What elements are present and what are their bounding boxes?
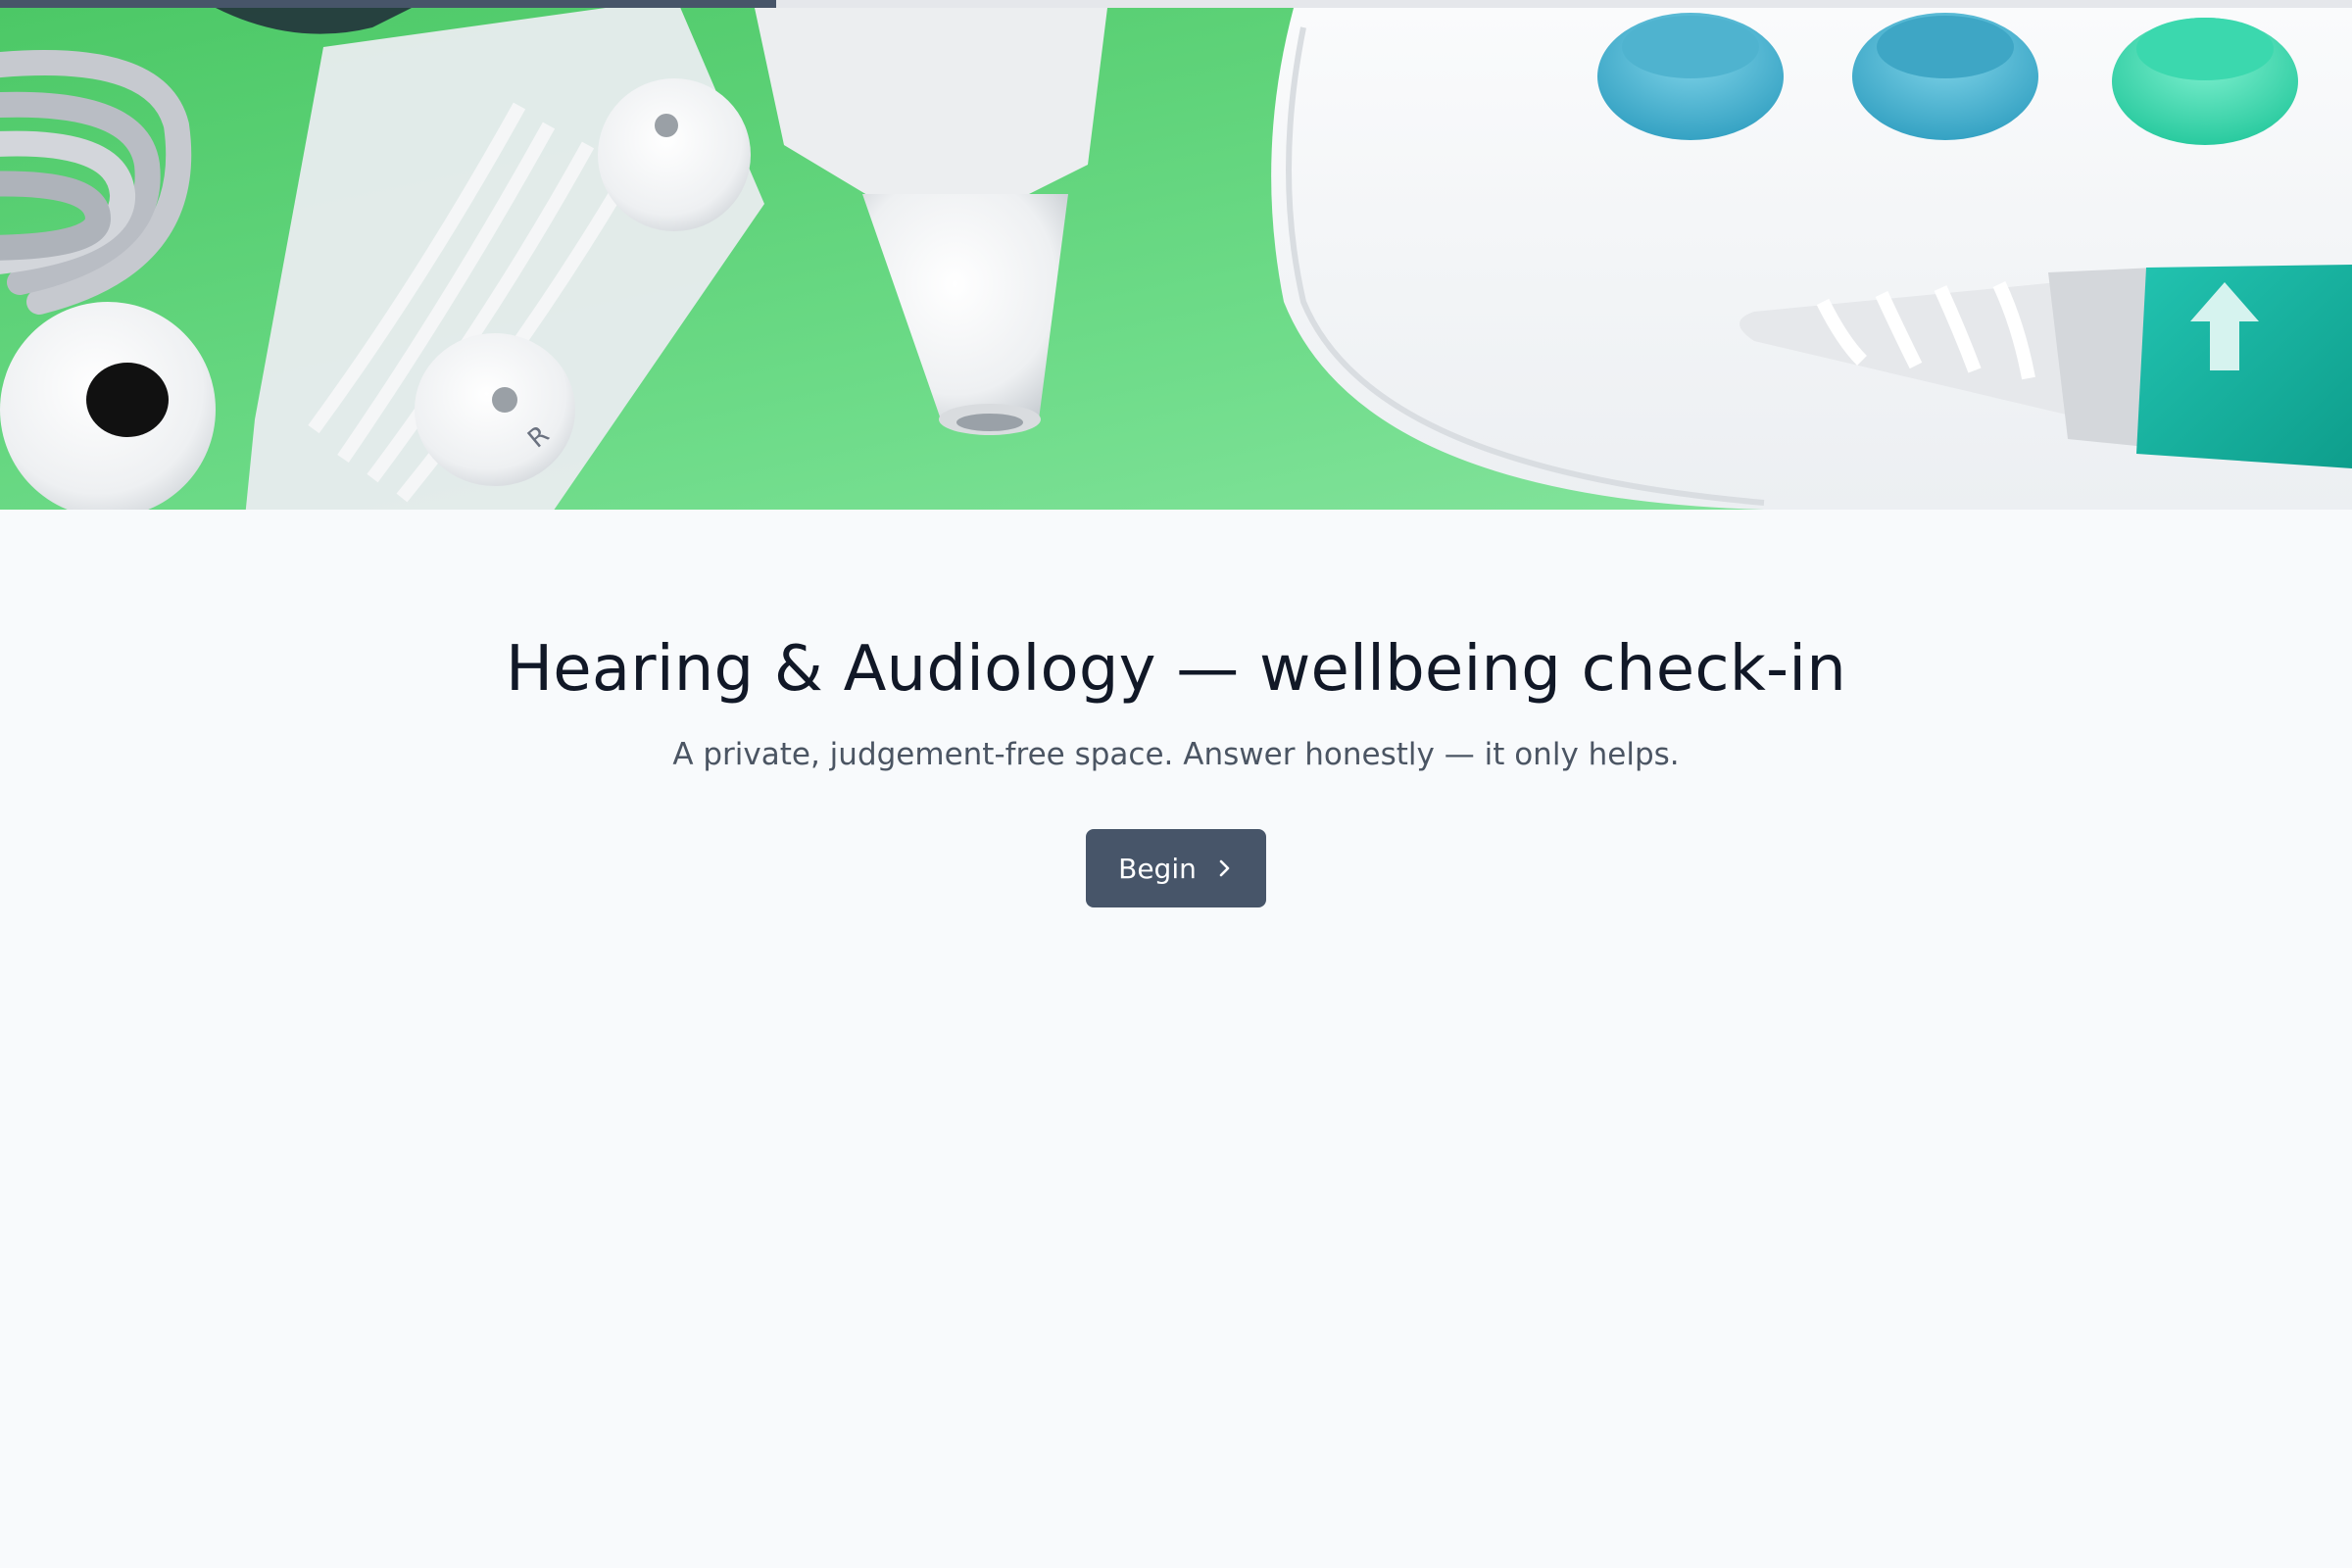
begin-button-label: Begin [1118, 852, 1197, 885]
page-subtitle: A private, judgement-free space. Answer … [672, 736, 1680, 772]
begin-button[interactable]: Begin [1086, 829, 1266, 908]
hero-image: R [0, 8, 2352, 510]
page-title: Hearing & Audiology — wellbeing check-in [505, 633, 1847, 706]
progress-bar [0, 0, 2352, 8]
ear-tips-icon [1597, 13, 2298, 145]
intro-section: Hearing & Audiology — wellbeing check-in… [0, 510, 2352, 908]
earbud-icon [0, 302, 216, 510]
chevron-right-icon [1219, 859, 1230, 877]
progress-bar-fill [0, 0, 776, 8]
